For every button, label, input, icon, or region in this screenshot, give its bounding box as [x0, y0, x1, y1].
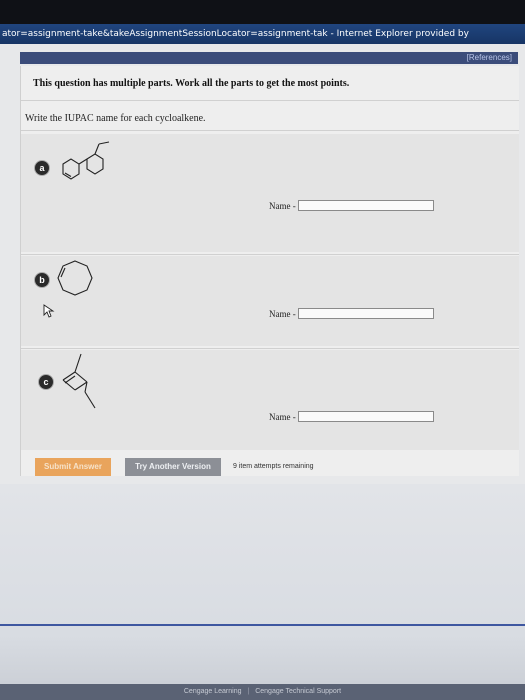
- try-another-version-button[interactable]: Try Another Version: [125, 458, 221, 476]
- divider: [21, 100, 519, 101]
- name-input-a[interactable]: [297, 200, 434, 211]
- divider: [21, 348, 519, 349]
- references-link[interactable]: [References]: [467, 52, 512, 64]
- question-heading: This question has multiple parts. Work a…: [33, 78, 350, 89]
- part-letter-a: a: [34, 160, 50, 176]
- name-input-c[interactable]: [297, 411, 434, 422]
- structure-b-icon: [57, 260, 93, 296]
- name-row-c: Name -: [269, 411, 434, 422]
- part-letter-b: b: [34, 272, 50, 288]
- structure-c-icon: [62, 353, 96, 409]
- name-input-b[interactable]: [297, 308, 434, 319]
- footer-link-cengage[interactable]: Cengage Learning: [184, 688, 242, 695]
- name-label-c: Name -: [269, 411, 296, 422]
- footer-link-support[interactable]: Cengage Technical Support: [255, 688, 341, 695]
- attempts-remaining: 9 item attempts remaining: [233, 463, 314, 470]
- name-row-a: Name -: [269, 200, 434, 211]
- part-a: a Name -: [21, 134, 519, 252]
- action-bar: Submit Answer Try Another Version 9 item…: [21, 456, 519, 480]
- name-label-a: Name -: [269, 200, 296, 211]
- footer: Cengage Learning | Cengage Technical Sup…: [0, 684, 525, 700]
- window-title-bar: ator=assignment-take&takeAssignmentSessi…: [0, 24, 525, 44]
- divider: [0, 624, 525, 626]
- part-letter-c: c: [38, 374, 54, 390]
- page-background: [0, 484, 525, 700]
- name-row-b: Name -: [269, 308, 434, 319]
- mouse-pointer-icon: [43, 304, 55, 318]
- divider: [21, 254, 519, 255]
- structure-a-icon: [62, 141, 110, 180]
- page-content: [References] This question has multiple …: [0, 44, 525, 700]
- part-b: b Name -: [21, 256, 519, 346]
- question-card: This question has multiple parts. Work a…: [20, 66, 519, 476]
- submit-answer-button[interactable]: Submit Answer: [35, 458, 111, 476]
- footer-separator: |: [247, 688, 250, 695]
- references-bar: [References]: [20, 52, 518, 64]
- question-instruction: Write the IUPAC name for each cycloalken…: [25, 113, 206, 124]
- divider: [21, 130, 519, 131]
- window-title: ator=assignment-take&takeAssignmentSessi…: [2, 29, 469, 39]
- screen-bezel-top: [0, 0, 525, 24]
- name-label-b: Name -: [269, 308, 296, 319]
- part-c: c Name -: [21, 350, 519, 450]
